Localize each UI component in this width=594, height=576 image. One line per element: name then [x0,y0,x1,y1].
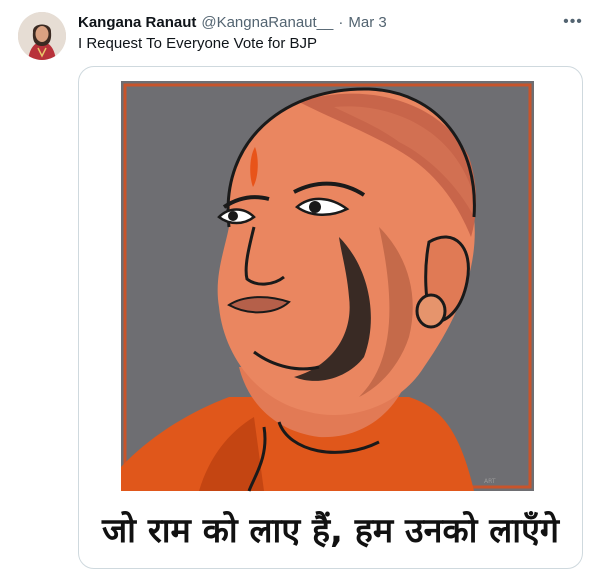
author-name[interactable]: Kangana Ranaut [78,14,196,31]
tweet-header: Kangana Ranaut @KangnaRanaut__ · Mar 3 [78,12,387,32]
tweet[interactable]: Kangana Ranaut @KangnaRanaut__ · Mar 3 •… [0,0,594,576]
poster-caption: जो राम को लाए हैं, हम उनको लाएँगे [101,511,560,551]
tweet-date[interactable]: Mar 3 [348,14,386,31]
avatar[interactable] [18,12,66,60]
author-handle[interactable]: @KangnaRanaut__ [201,14,333,31]
avatar-image [18,12,66,60]
svg-text:ART: ART [484,478,496,485]
poster-illustration: ART [121,81,534,492]
tweet-text: I Request To Everyone Vote for BJP [78,35,318,52]
tweet-media[interactable]: ART जो राम को लाए हैं, हम उनको लाएँगे [78,66,583,569]
separator-dot: · [338,13,344,31]
more-options-icon[interactable]: ••• [558,12,588,32]
